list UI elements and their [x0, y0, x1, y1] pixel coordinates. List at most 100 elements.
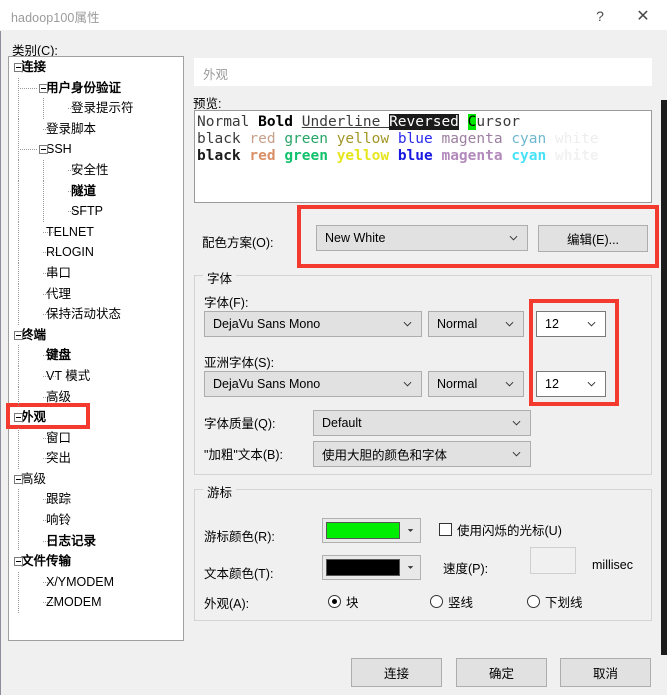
window-scrollbar[interactable] [661, 100, 667, 655]
tree-guide [18, 180, 19, 202]
preview-segment: cyan [511, 131, 555, 147]
tree-item-ZMODEM[interactable]: ZMODEM [9, 592, 183, 614]
radio-dot [328, 595, 341, 608]
tree-item-串口[interactable]: 串口 [9, 262, 183, 284]
radio-label: 竖线 [448, 596, 474, 610]
tree-guide [18, 427, 19, 449]
properties-dialog: hadoop100属性 ? ✕ 类别(C): 连接 用户身份验证 登录提示符 登录脚本… [0, 0, 667, 695]
tree-item-日志记录[interactable]: 日志记录 [9, 530, 183, 552]
tree-guide [18, 87, 38, 89]
tree-expander-icon[interactable] [14, 413, 23, 423]
font-value: DejaVu Sans Mono [213, 317, 321, 331]
asian-font-value: DejaVu Sans Mono [213, 377, 321, 391]
cursor-color-label: 游标颜色(R): [204, 530, 275, 544]
tree-item-隧道[interactable]: 隧道 [9, 180, 183, 202]
radio-dot [430, 595, 443, 608]
tree-item-label: 连接 [21, 60, 47, 74]
preview-segment: green [284, 148, 337, 164]
tree-guide [18, 159, 19, 181]
tree-guide [18, 489, 19, 511]
tree-item-文件传输[interactable]: 文件传输 [9, 551, 183, 572]
tree-item-label: 登录提示符 [71, 101, 134, 116]
tree-item-用户身份验证[interactable]: 用户身份验证 [9, 77, 183, 99]
tree-item-高级[interactable]: 高级 [9, 386, 183, 408]
tree-item-RLOGIN[interactable]: RLOGIN [9, 242, 183, 263]
speed-input[interactable] [530, 547, 576, 574]
font-size-select[interactable]: 12 [536, 311, 606, 337]
cancel-button[interactable]: 取消 [560, 658, 651, 687]
tree-item-终端[interactable]: 终端 [9, 325, 183, 346]
tree-item-label: 用户身份验证 [46, 80, 122, 95]
tree-item-label: 登录脚本 [46, 121, 97, 136]
bold-text-value: 使用大胆的颜色和字体 [322, 448, 448, 463]
radio-cursor-block[interactable]: 块 [328, 592, 359, 611]
cursor-color-picker[interactable] [322, 518, 421, 543]
speed-unit-label: millisec [592, 558, 633, 572]
tree-item-键盘[interactable]: 键盘 [9, 345, 183, 366]
chevron-down-icon[interactable] [404, 559, 417, 576]
tree-item-X/YMODEM[interactable]: X/YMODEM [9, 571, 183, 593]
asian-font-size-value: 12 [545, 377, 559, 391]
tree-item-窗口[interactable]: 窗口 [9, 427, 183, 449]
text-color-picker[interactable] [322, 555, 421, 580]
tree-expander-icon[interactable] [14, 557, 23, 567]
tree-expander-icon[interactable] [39, 145, 48, 155]
tree-item-label: 外观 [21, 410, 47, 425]
help-icon[interactable]: ? [578, 0, 622, 31]
cursor-color-swatch [326, 522, 400, 539]
radio-cursor-vline[interactable]: 竖线 [430, 592, 473, 611]
tree-item-代理[interactable]: 代理 [9, 283, 183, 305]
chevron-down-icon [587, 381, 596, 387]
asian-font-select[interactable]: DejaVu Sans Mono [204, 371, 422, 397]
chevron-down-icon [403, 381, 412, 387]
preview-area: Normal Bold Underline Reversed Cursor bl… [194, 110, 652, 203]
tree-item-突出[interactable]: 突出 [9, 448, 183, 469]
tree-item-外观[interactable]: 外观 [9, 407, 183, 428]
tree-expander-icon[interactable] [14, 63, 23, 72]
tree-item-TELNET[interactable]: TELNET [9, 221, 183, 243]
tree-guide [18, 510, 19, 531]
tree-guide [18, 262, 19, 284]
tree-item-VT 模式[interactable]: VT 模式 [9, 365, 183, 387]
color-scheme-value: New White [325, 231, 386, 245]
radio-cursor-underline[interactable]: 下划线 [527, 592, 583, 611]
tree-item-SFTP[interactable]: SFTP [9, 201, 183, 222]
close-icon[interactable]: ✕ [621, 0, 665, 31]
bold-text-select[interactable]: 使用大胆的颜色和字体 [313, 441, 531, 467]
chevron-down-icon[interactable] [404, 522, 417, 539]
tree-item-保持活动状态[interactable]: 保持活动状态 [9, 304, 183, 325]
preview-segment: yellow [336, 131, 398, 147]
blink-cursor-checkbox[interactable]: 使用闪烁的光标(U) [439, 520, 562, 539]
tree-item-SSH[interactable]: SSH [9, 139, 183, 160]
ok-button[interactable]: 确定 [456, 658, 547, 687]
tree-item-登录提示符[interactable]: 登录提示符 [9, 98, 183, 119]
asian-font-style-select[interactable]: Normal [428, 371, 524, 397]
tree-expander-icon[interactable] [14, 330, 23, 340]
tree-guide [18, 98, 19, 119]
connect-button[interactable]: 连接 [351, 658, 442, 687]
preview-segment: Reversed [389, 114, 459, 130]
font-size-value: 12 [545, 317, 559, 331]
tree-item-登录脚本[interactable]: 登录脚本 [9, 118, 183, 140]
edit-color-scheme-button[interactable]: 编辑(E)... [538, 225, 648, 252]
font-style-select[interactable]: Normal [428, 311, 524, 337]
preview-segment: Underline [301, 114, 390, 130]
preview-segment: red [249, 148, 285, 164]
font-select[interactable]: DejaVu Sans Mono [204, 311, 422, 337]
tree-item-label: 文件传输 [21, 554, 72, 569]
tree-item-安全性[interactable]: 安全性 [9, 159, 183, 181]
color-scheme-select[interactable]: New White [316, 225, 528, 251]
font-quality-value: Default [322, 416, 362, 430]
tree-expander-icon[interactable] [14, 474, 23, 484]
panel-header-value: 外观 [203, 68, 229, 82]
tree-item-连接[interactable]: 连接 [9, 57, 183, 78]
tree-item-高级[interactable]: 高级 [9, 469, 183, 490]
tree-item-响铃[interactable]: 响铃 [9, 510, 183, 531]
tree-item-跟踪[interactable]: 跟踪 [9, 489, 183, 511]
asian-font-size-select[interactable]: 12 [536, 371, 606, 397]
category-tree[interactable]: 连接用户身份验证登录提示符登录脚本 SSH 安全性 隧道 SFTP TELNET RLOGI… [8, 56, 184, 641]
tree-item-label: SSH [46, 142, 72, 157]
tree-expander-icon[interactable] [39, 83, 48, 93]
checkbox-box [439, 523, 452, 536]
font-quality-select[interactable]: Default [313, 410, 531, 436]
